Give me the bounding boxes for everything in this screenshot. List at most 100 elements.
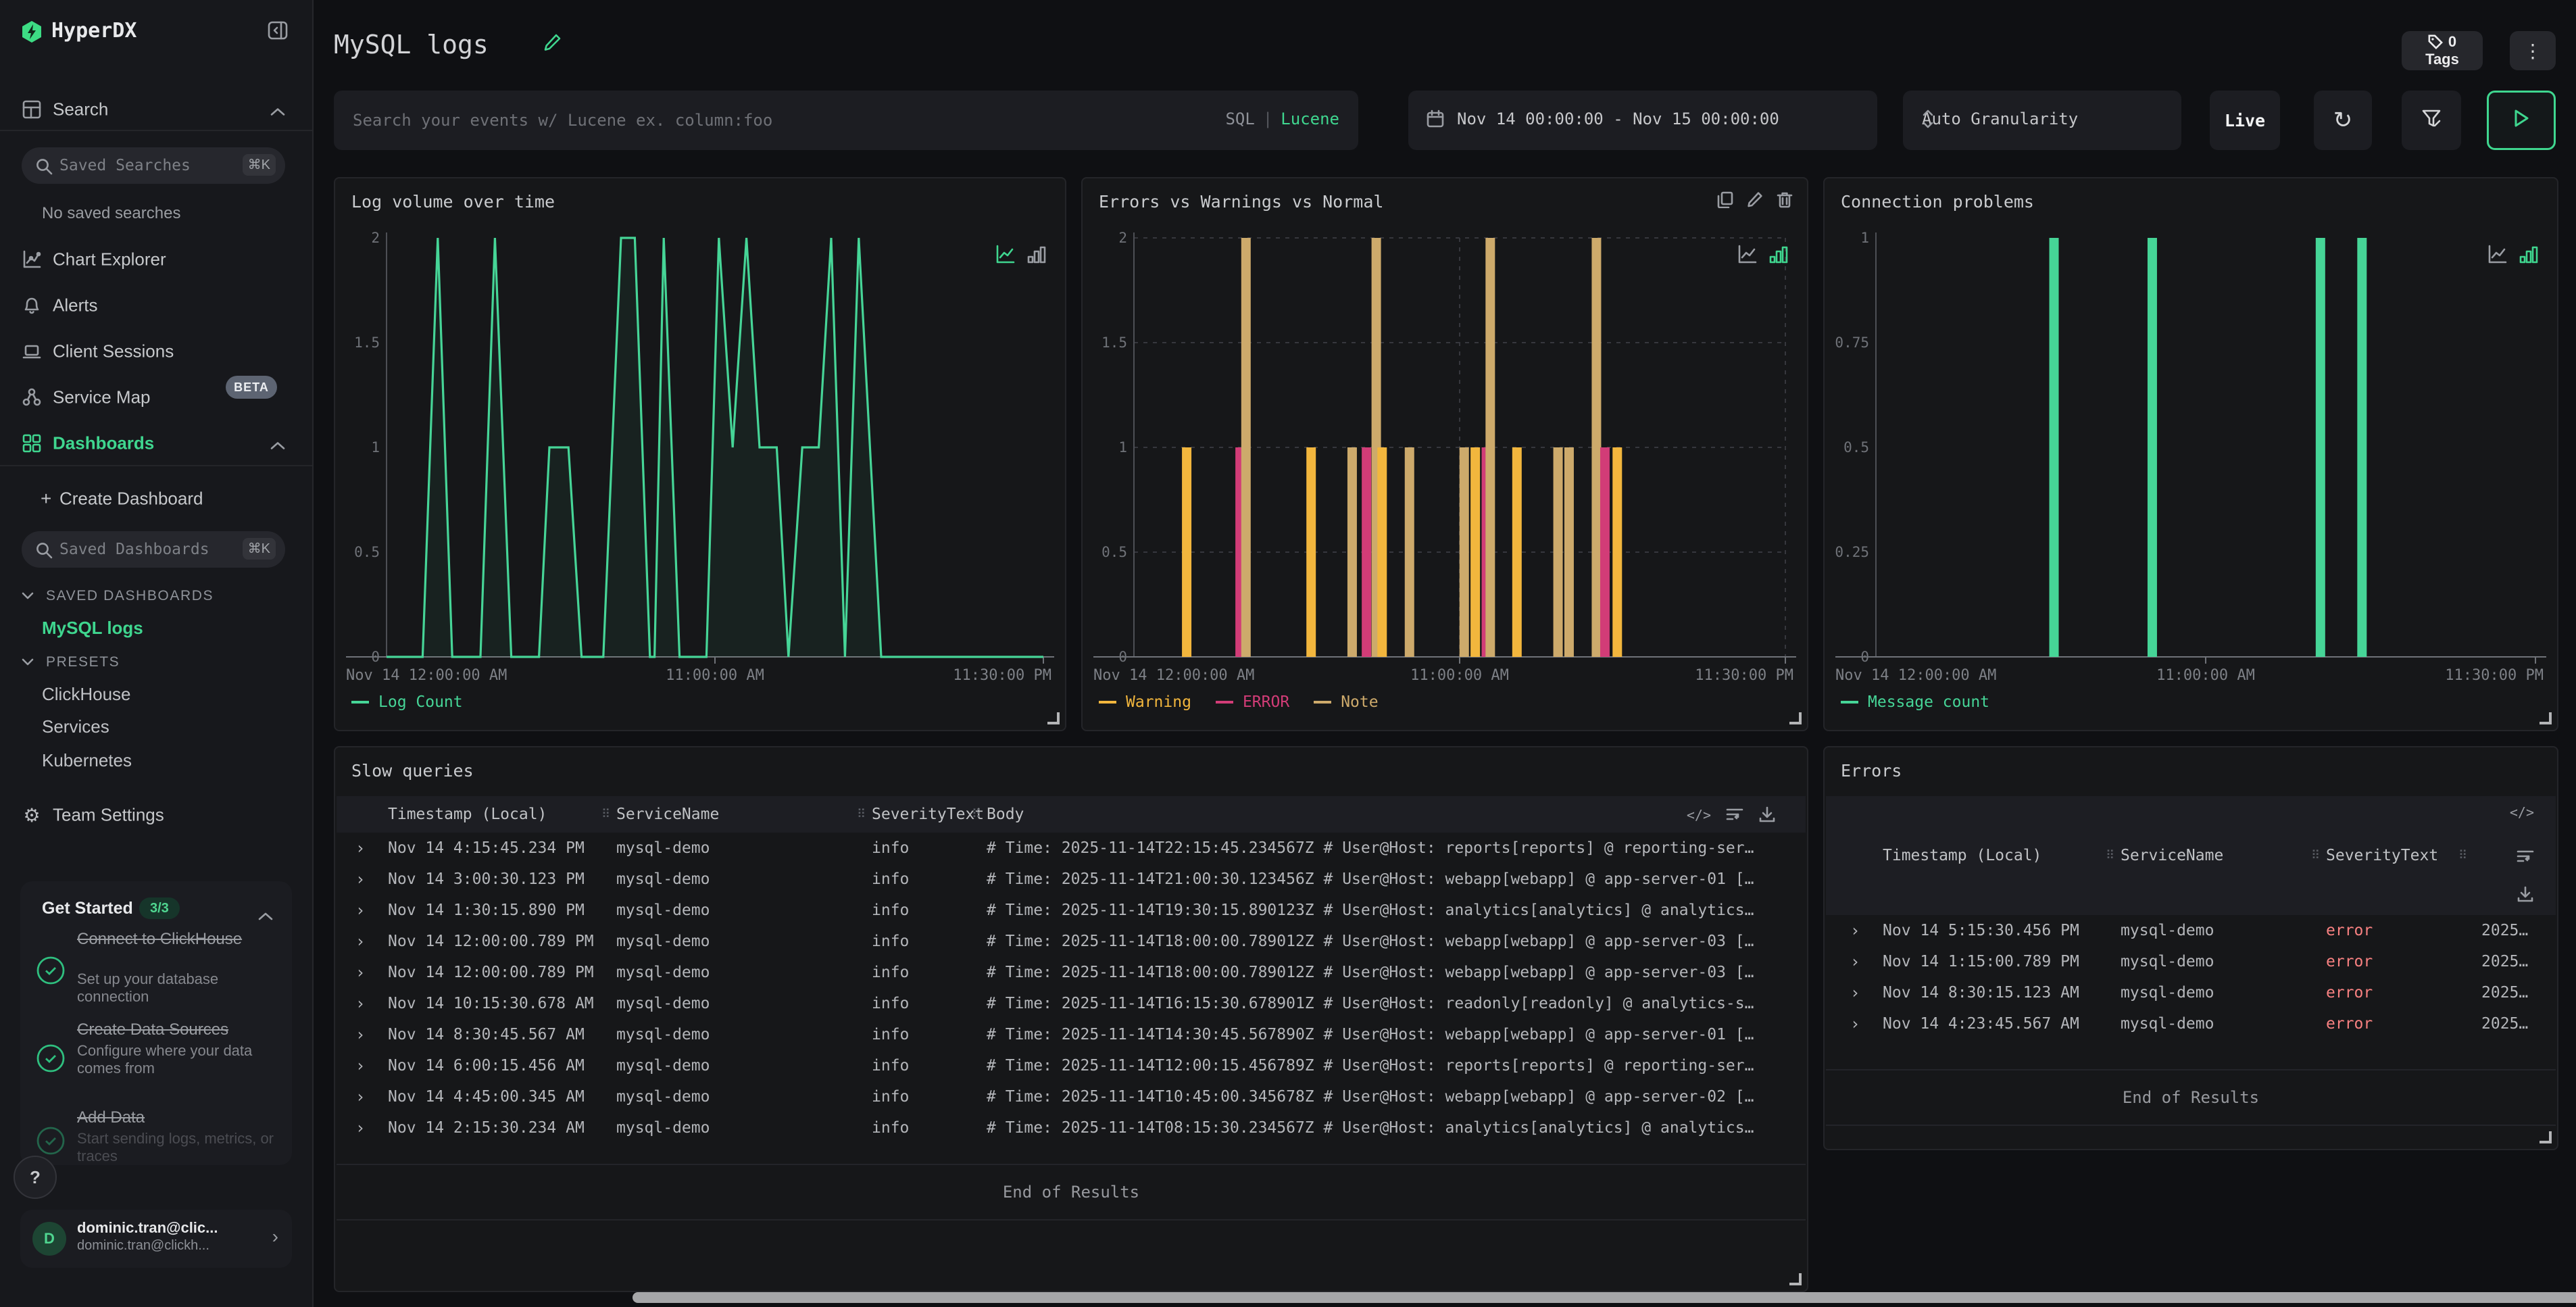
table-row[interactable]: ›Nov 14 8:30:45.567 AMmysql-demoinfo# Ti… (337, 1019, 1806, 1050)
legend-item[interactable]: Note (1314, 693, 1378, 711)
resize-handle[interactable] (2540, 1131, 2552, 1143)
drag-handle-icon[interactable]: ⠿ (857, 808, 866, 822)
wrap-lines-icon[interactable] (2517, 847, 2534, 868)
sidebar-item-chart-explorer[interactable]: Chart Explorer (0, 241, 312, 278)
sidebar-item-client-sessions[interactable]: Client Sessions (0, 332, 312, 370)
expand-row-icon[interactable]: › (355, 994, 365, 1013)
chevron-up-icon[interactable] (258, 902, 273, 927)
line-chart-toggle-icon[interactable] (1737, 243, 1758, 265)
drag-handle-icon[interactable]: ⠿ (2106, 849, 2114, 863)
code-icon[interactable]: </> (2510, 804, 2534, 820)
chevron-up-icon[interactable] (270, 431, 285, 456)
saved-dashboards-header[interactable]: SAVED DASHBOARDS (22, 588, 214, 604)
table-row[interactable]: ›Nov 14 5:15:30.456 PMmysql-demoerror202… (1826, 915, 2556, 946)
granularity-select[interactable]: Auto Granularity (1903, 91, 2181, 150)
wrap-lines-icon[interactable] (1726, 806, 1743, 827)
bar-chart[interactable]: 10.750.50.250Nov 14 12:00:00 AM11:00:00 … (1835, 224, 2546, 697)
resize-handle[interactable] (2540, 712, 2552, 724)
column-header[interactable]: ServiceName (2121, 847, 2223, 864)
table-row[interactable]: ›Nov 14 4:45:00.345 AMmysql-demoinfo# Ti… (337, 1081, 1806, 1112)
date-range-picker[interactable]: Nov 14 00:00:00 - Nov 15 00:00:00 (1408, 91, 1877, 150)
legend-item[interactable]: Warning (1099, 693, 1191, 711)
resize-handle[interactable] (1789, 1273, 1802, 1285)
expand-row-icon[interactable]: › (1850, 983, 1860, 1002)
filter-button[interactable] (2402, 91, 2461, 150)
drag-handle-icon[interactable]: ⠿ (601, 808, 610, 822)
bar-chart-toggle-icon[interactable] (1769, 243, 1788, 265)
table-row[interactable]: ›Nov 14 4:15:45.234 PMmysql-demoinfo# Ti… (337, 833, 1806, 864)
table-row[interactable]: ›Nov 14 3:00:30.123 PMmysql-demoinfo# Ti… (337, 864, 1806, 895)
sidebar-item-team-settings[interactable]: ⚙ Team Settings (0, 796, 312, 834)
lucene-toggle[interactable]: Lucene (1281, 109, 1339, 128)
download-icon[interactable] (2517, 885, 2534, 906)
resize-handle[interactable] (1789, 712, 1802, 724)
legend-item[interactable]: ERROR (1216, 693, 1289, 711)
table-row[interactable]: ›Nov 14 1:15:00.789 PMmysql-demoerror202… (1826, 946, 2556, 977)
presets-header[interactable]: PRESETS (22, 654, 120, 670)
refresh-button[interactable]: ↻ (2314, 91, 2372, 150)
sidebar-preset-services[interactable]: Services (42, 716, 109, 737)
expand-row-icon[interactable]: › (355, 932, 365, 951)
horizontal-scrollbar[interactable] (633, 1292, 2576, 1303)
expand-row-icon[interactable]: › (355, 1056, 365, 1075)
bar-chart-toggle-icon[interactable] (1027, 243, 1046, 265)
sidebar-item-dashboards[interactable]: Dashboards (0, 424, 312, 462)
get-started-step[interactable]: Add Data Start sending logs, metrics, or… (20, 1108, 292, 1165)
drag-handle-icon[interactable]: ⠿ (2458, 849, 2467, 863)
table-row[interactable]: ›Nov 14 6:00:15.456 AMmysql-demoinfo# Ti… (337, 1050, 1806, 1081)
search-input[interactable] (334, 91, 1358, 150)
saved-searches-input[interactable]: Saved Searches ⌘K (22, 147, 285, 184)
sidebar-dashboard-mysql-logs[interactable]: MySQL logs (42, 618, 143, 639)
line-chart-toggle-icon[interactable] (995, 243, 1016, 265)
saved-dashboards-input[interactable]: Saved Dashboards ⌘K (22, 531, 285, 568)
table-row[interactable]: ›Nov 14 4:23:45.567 AMmysql-demoerror202… (1826, 1008, 2556, 1039)
table-row[interactable]: ›Nov 14 10:15:30.678 AMmysql-demoinfo# T… (337, 988, 1806, 1019)
line-chart[interactable]: 21.510.50Nov 14 12:00:00 AM11:00:00 AM11… (346, 224, 1054, 697)
drag-handle-icon[interactable]: ⠿ (2311, 849, 2320, 863)
table-row[interactable]: ›Nov 14 12:00:00.789 PMmysql-demoinfo# T… (337, 926, 1806, 957)
chevron-up-icon[interactable] (270, 97, 285, 122)
expand-row-icon[interactable]: › (355, 870, 365, 889)
help-button[interactable]: ? (14, 1156, 57, 1199)
bar-chart[interactable]: 21.510.50Nov 14 12:00:00 AM11:00:00 AM11… (1093, 224, 1796, 697)
edit-pencil-icon[interactable] (542, 32, 564, 54)
expand-row-icon[interactable]: › (355, 1087, 365, 1106)
column-header[interactable]: SeverityText (872, 806, 984, 823)
line-chart-toggle-icon[interactable] (2487, 243, 2508, 265)
expand-row-icon[interactable]: › (1850, 1014, 1860, 1033)
expand-row-icon[interactable]: › (1850, 921, 1860, 940)
column-header[interactable]: Timestamp (Local) (1883, 847, 2041, 864)
legend-item[interactable]: Message count (1841, 693, 1989, 711)
expand-row-icon[interactable]: › (355, 1118, 365, 1137)
table-row[interactable]: ›Nov 14 8:30:15.123 AMmysql-demoerror202… (1826, 977, 2556, 1008)
download-icon[interactable] (1758, 806, 1776, 827)
sidebar-preset-clickhouse[interactable]: ClickHouse (42, 684, 131, 705)
resize-handle[interactable] (1047, 712, 1060, 724)
bar-chart-toggle-icon[interactable] (2519, 243, 2538, 265)
expand-row-icon[interactable]: › (355, 901, 365, 920)
expand-row-icon[interactable]: › (355, 1025, 365, 1044)
run-query-button[interactable] (2487, 91, 2556, 150)
collapse-sidebar-icon[interactable] (268, 20, 288, 41)
code-icon[interactable]: </> (1687, 807, 1711, 823)
column-header[interactable]: SeverityText (2326, 847, 2438, 864)
tags-button[interactable]: 0 Tags (2402, 31, 2483, 70)
table-row[interactable]: ›Nov 14 1:30:15.890 PMmysql-demoinfo# Ti… (337, 895, 1806, 926)
column-header[interactable]: ServiceName (616, 806, 719, 823)
expand-row-icon[interactable]: › (355, 963, 365, 982)
get-started-step[interactable]: Connect to ClickHouse Set up your databa… (20, 930, 292, 1016)
live-button[interactable]: Live (2210, 91, 2280, 150)
get-started-step[interactable]: Create Data Sources Configure where your… (20, 1020, 292, 1102)
kebab-menu-button[interactable]: ⋮ (2510, 31, 2556, 70)
sidebar-preset-kubernetes[interactable]: Kubernetes (42, 750, 132, 771)
column-header[interactable]: Body (987, 806, 1024, 823)
expand-row-icon[interactable]: › (355, 839, 365, 858)
sidebar-item-service-map[interactable]: Service Map BETA (0, 378, 312, 416)
legend-item[interactable]: Log Count (351, 693, 463, 711)
trash-icon[interactable] (1776, 191, 1793, 208)
drag-handle-icon[interactable]: ⠿ (972, 808, 981, 822)
sql-toggle[interactable]: SQL (1225, 109, 1254, 128)
sidebar-item-search[interactable]: Search (0, 91, 312, 128)
sidebar-item-alerts[interactable]: Alerts (0, 287, 312, 324)
user-menu[interactable]: D dominic.tran@clic... dominic.tran@clic… (20, 1210, 292, 1268)
